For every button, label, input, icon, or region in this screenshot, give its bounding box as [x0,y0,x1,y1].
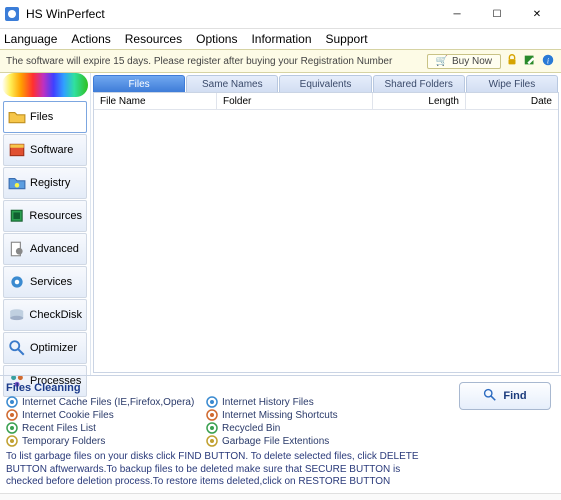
clean-item-left-3[interactable]: Temporary Folders [6,435,206,447]
expire-message: The software will expire 15 days. Please… [6,56,392,67]
clean-icon [6,396,18,408]
sidebar: Files Software Registry Resources Advanced Se… [0,73,90,375]
sidebar-item-software[interactable]: Software [3,134,87,166]
sidebar-item-files[interactable]: Files [3,101,87,133]
gear-icon [8,273,26,291]
sidebar-item-services[interactable]: Services [3,266,87,298]
minimize-button[interactable]: ─ [437,0,477,28]
bottom-panel: Files Cleaning Internet Cache Files (IE,… [0,375,561,493]
close-button[interactable]: ✕ [517,0,557,28]
clean-icon [206,435,218,447]
col-filename[interactable]: File Name [94,93,217,109]
sidebar-item-label: Files [30,111,53,123]
col-length[interactable]: Length [373,93,466,109]
expire-bar: The software will expire 15 days. Please… [0,49,561,73]
sidebar-item-advanced[interactable]: Advanced [3,233,87,265]
tab-equivalents[interactable]: Equivalents [279,75,371,92]
tab-files[interactable]: Files [93,75,185,92]
find-label: Find [503,390,526,402]
window-title: HS WinPerfect [26,7,105,21]
clean-item-left-2[interactable]: Recent Files List [6,422,206,434]
buy-now-label: Buy Now [452,56,492,67]
menu-language[interactable]: Language [4,32,57,46]
clean-icon [6,435,18,447]
clean-item-right-3[interactable]: Garbage File Extentions [206,435,406,447]
clean-item-left-0[interactable]: Internet Cache Files (IE,Firefox,Opera) [6,396,206,408]
svg-text:i: i [547,56,549,65]
search-icon [483,388,497,405]
cart-icon: 🛒 [436,56,448,67]
buy-now-button[interactable]: 🛒 Buy Now [427,54,501,69]
info-icon[interactable]: i [541,53,555,70]
register-icon[interactable] [523,53,537,70]
sidebar-item-label: Software [30,144,73,156]
clean-icon [6,409,18,421]
sidebar-item-label: Services [30,276,72,288]
clean-icon [206,422,218,434]
col-date[interactable]: Date [466,93,558,109]
statusbar [0,493,561,500]
clean-item-right-0[interactable]: Internet History Files [206,396,406,408]
sidebar-item-registry[interactable]: Registry [3,167,87,199]
clean-icon [6,422,18,434]
lock-icon[interactable] [505,53,519,70]
regfolder-icon [8,174,26,192]
menu-support[interactable]: Support [326,32,368,46]
menu-information[interactable]: Information [251,32,311,46]
disk-icon [8,306,25,324]
logo-rainbow [2,73,88,97]
gearpage-icon [8,240,26,258]
menubar: Language Actions Resources Options Infor… [0,29,561,49]
magnifier-icon [8,339,26,357]
sidebar-item-label: Advanced [30,243,79,255]
titlebar: HS WinPerfect ─ ☐ ✕ [0,0,561,29]
menu-options[interactable]: Options [196,32,237,46]
menu-actions[interactable]: Actions [71,32,110,46]
list-body[interactable] [94,110,558,372]
maximize-button[interactable]: ☐ [477,0,517,28]
column-headers: File Name Folder Length Date [94,93,558,110]
col-folder[interactable]: Folder [217,93,373,109]
sidebar-item-resources[interactable]: Resources [3,200,87,232]
folder-icon [8,108,26,126]
clean-item-right-2[interactable]: Recycled Bin [206,422,406,434]
sidebar-item-label: CheckDisk [29,309,82,321]
hint-text: To list garbage files on your disks clic… [6,451,426,489]
find-button[interactable]: Find [459,382,551,410]
sidebar-item-checkdisk[interactable]: CheckDisk [3,299,87,331]
sidebar-item-label: Optimizer [30,342,77,354]
sidebar-item-label: Resources [29,210,82,222]
tab-same-names[interactable]: Same Names [186,75,278,92]
sidebar-item-label: Registry [30,177,70,189]
tabs: FilesSame NamesEquivalentsShared Folders… [93,75,559,92]
file-list: File Name Folder Length Date [93,92,559,373]
clean-item-right-1[interactable]: Internet Missing Shortcuts [206,409,406,421]
clean-icon [206,409,218,421]
sidebar-item-optimizer[interactable]: Optimizer [3,332,87,364]
chip-icon [8,207,25,225]
clean-icon [206,396,218,408]
menu-resources[interactable]: Resources [125,32,182,46]
tab-shared-folders[interactable]: Shared Folders [373,75,465,92]
tab-wipe-files[interactable]: Wipe Files [466,75,558,92]
box-icon [8,141,26,159]
clean-item-left-1[interactable]: Internet Cookie Files [6,409,206,421]
app-icon [4,6,20,22]
